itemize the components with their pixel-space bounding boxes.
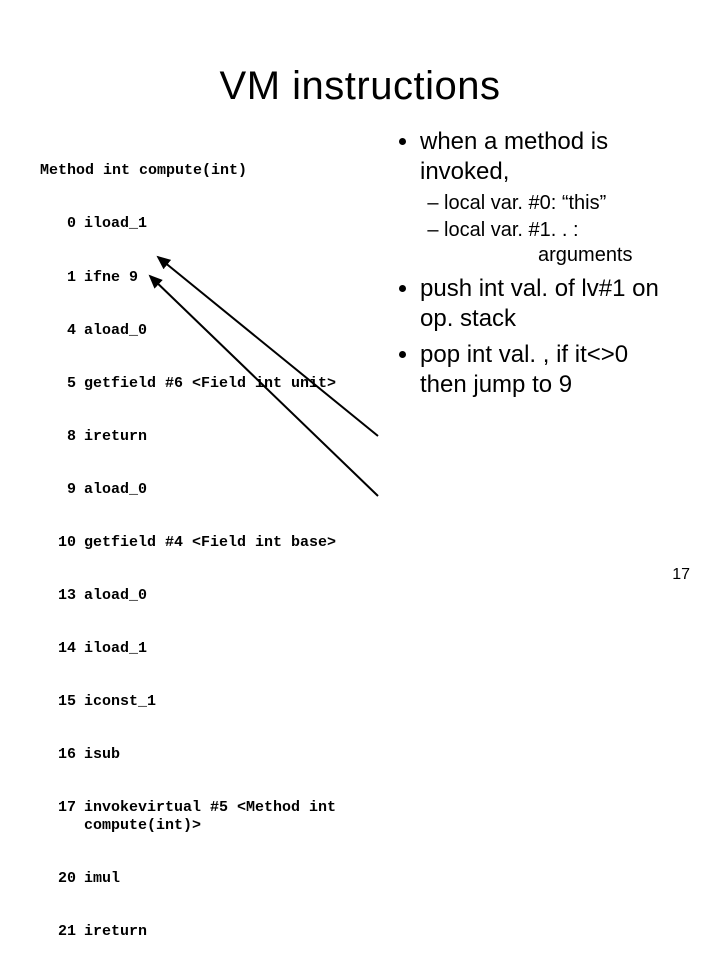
offset: 10 <box>40 534 84 552</box>
bullet-list: when a method is invoked, local var. #0:… <box>398 127 680 400</box>
instruction: getfield #6 <Field int unit> <box>84 375 370 393</box>
instruction: isub <box>84 746 370 764</box>
bytecode-row: 8ireturn <box>40 428 370 446</box>
offset: 8 <box>40 428 84 446</box>
offset: 17 <box>40 799 84 834</box>
offset: 9 <box>40 481 84 499</box>
offset: 1 <box>40 269 84 287</box>
content-row: Method int compute(int) 0iload_1 1ifne 9… <box>0 127 720 976</box>
bytecode-row: 5getfield #6 <Field int unit> <box>40 375 370 393</box>
offset: 13 <box>40 587 84 605</box>
sub-bullet-extra: arguments <box>444 243 680 268</box>
bytecode-row: 21ireturn <box>40 923 370 941</box>
offset: 15 <box>40 693 84 711</box>
bytecode-row: 16isub <box>40 746 370 764</box>
slide: VM instructions Method int compute(int) … <box>0 64 720 604</box>
bytecode-row: 0iload_1 <box>40 215 370 233</box>
bullet-pop: pop int val. , if it<>0 then jump to 9 <box>420 340 680 400</box>
bytecode-row: 17invokevirtual #5 <Method int compute(i… <box>40 799 370 834</box>
offset: 4 <box>40 322 84 340</box>
bytecode-row: 1ifne 9 <box>40 269 370 287</box>
offset: 14 <box>40 640 84 658</box>
bytecode-row: 20imul <box>40 870 370 888</box>
offset: 21 <box>40 923 84 941</box>
instruction: getfield #4 <Field int base> <box>84 534 370 552</box>
sub-bullet-lv1: local var. #1. . : arguments <box>444 218 680 268</box>
bytecode-row: 9aload_0 <box>40 481 370 499</box>
sub-bullet-list: local var. #0: “this” local var. #1. . :… <box>420 191 680 268</box>
instruction: iload_1 <box>84 215 370 233</box>
instruction: aload_0 <box>84 481 370 499</box>
bytecode-row: 14iload_1 <box>40 640 370 658</box>
bullet-text: when a method is invoked, <box>420 128 608 185</box>
page-number: 17 <box>672 566 690 584</box>
bytecode-row: 15iconst_1 <box>40 693 370 711</box>
instruction: ireturn <box>84 923 370 941</box>
instruction: aload_0 <box>84 587 370 605</box>
bullet-push: push int val. of lv#1 on op. stack <box>420 274 680 334</box>
instruction: ifne 9 <box>84 269 370 287</box>
offset: 20 <box>40 870 84 888</box>
offset: 5 <box>40 375 84 393</box>
instruction: aload_0 <box>84 322 370 340</box>
instruction: imul <box>84 870 370 888</box>
bytecode-row: 10getfield #4 <Field int base> <box>40 534 370 552</box>
slide-title: VM instructions <box>0 64 720 109</box>
bytecode-listing: Method int compute(int) 0iload_1 1ifne 9… <box>40 127 370 976</box>
bullet-invoked: when a method is invoked, local var. #0:… <box>420 127 680 268</box>
sub-bullet-lv0: local var. #0: “this” <box>444 191 680 216</box>
bytecode-row: 13aload_0 <box>40 587 370 605</box>
instruction: ireturn <box>84 428 370 446</box>
offset: 16 <box>40 746 84 764</box>
instruction: invokevirtual #5 <Method int compute(int… <box>84 799 370 834</box>
bytecode-row: 4aload_0 <box>40 322 370 340</box>
instruction: iload_1 <box>84 640 370 658</box>
offset: 0 <box>40 215 84 233</box>
method-header: Method int compute(int) <box>40 162 370 180</box>
sub-bullet-text: local var. #1. . : <box>444 219 579 241</box>
instruction: iconst_1 <box>84 693 370 711</box>
explanation: when a method is invoked, local var. #0:… <box>370 127 680 976</box>
